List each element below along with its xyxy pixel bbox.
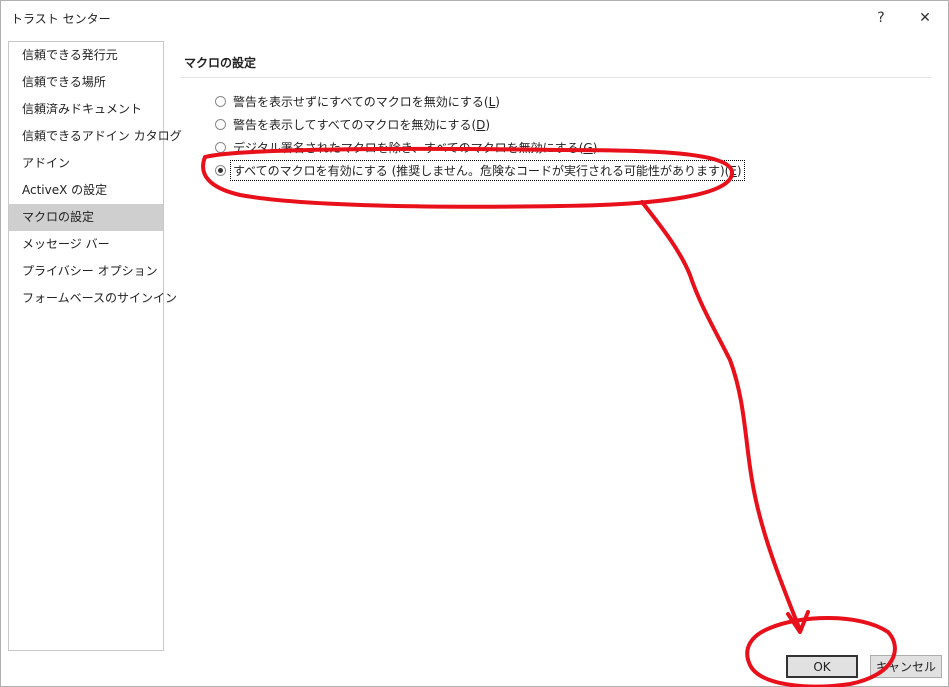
option-label: 警告を表示してすべてのマクロを無効にする(D) [233,117,491,132]
help-icon[interactable]: ? [867,6,895,30]
title-bar: トラスト センター ? ✕ [1,1,948,35]
macro-option-disable-except-signed[interactable]: デジタル署名されたマクロを除き、すべてのマクロを無効にする(G) [215,137,599,157]
sidebar-item-addins[interactable]: アドイン [9,150,163,177]
option-label: 警告を表示せずにすべてのマクロを無効にする(L) [233,94,500,109]
sidebar-item-trusted-addin-catalogs[interactable]: 信頼できるアドイン カタログ [9,123,182,150]
close-icon[interactable]: ✕ [911,6,939,30]
sidebar-item-form-based-sign-in[interactable]: フォームベースのサインイン [9,285,177,312]
option-label: すべてのマクロを有効にする (推奨しません。危険なコードが実行される可能性があり… [230,159,745,181]
macro-option-disable-no-notification[interactable]: 警告を表示せずにすべてのマクロを無効にする(L) [215,91,502,111]
macro-settings-heading: マクロの設定 [184,56,257,70]
cancel-button[interactable]: キャンセル [870,655,942,678]
sidebar-item-macro-settings[interactable]: マクロの設定 [9,204,163,231]
radio-button[interactable] [215,118,226,130]
sidebar-item-trusted-documents[interactable]: 信頼済みドキュメント [9,96,163,123]
sidebar-item-activex-settings[interactable]: ActiveX の設定 [9,177,163,204]
sidebar-item-trusted-locations[interactable]: 信頼できる場所 [9,69,163,96]
sidebar-item-trusted-publishers[interactable]: 信頼できる発行元 [9,42,163,69]
sidebar-item-message-bar[interactable]: メッセージ バー [9,231,163,258]
dialog-title: トラスト センター [11,12,111,26]
settings-sidebar: 信頼できる発行元 信頼できる場所 信頼済みドキュメント 信頼できるアドイン カタ… [8,41,182,651]
radio-button-checked[interactable] [215,164,226,176]
heading-divider [181,77,931,78]
macro-option-enable-all[interactable]: すべてのマクロを有効にする (推奨しません。危険なコードが実行される可能性があり… [215,159,745,181]
macro-option-disable-with-notification[interactable]: 警告を表示してすべてのマクロを無効にする(D) [215,114,492,134]
option-label: デジタル署名されたマクロを除き、すべてのマクロを無効にする(G) [233,140,598,155]
radio-button[interactable] [215,141,226,153]
trust-center-dialog: トラスト センター ? ✕ 信頼できる発行元 信頼できる場所 信頼済みドキュメン… [0,0,949,687]
radio-button[interactable] [215,95,226,107]
sidebar-item-privacy-options[interactable]: プライバシー オプション [9,258,163,285]
ok-button[interactable]: OK [786,655,858,678]
